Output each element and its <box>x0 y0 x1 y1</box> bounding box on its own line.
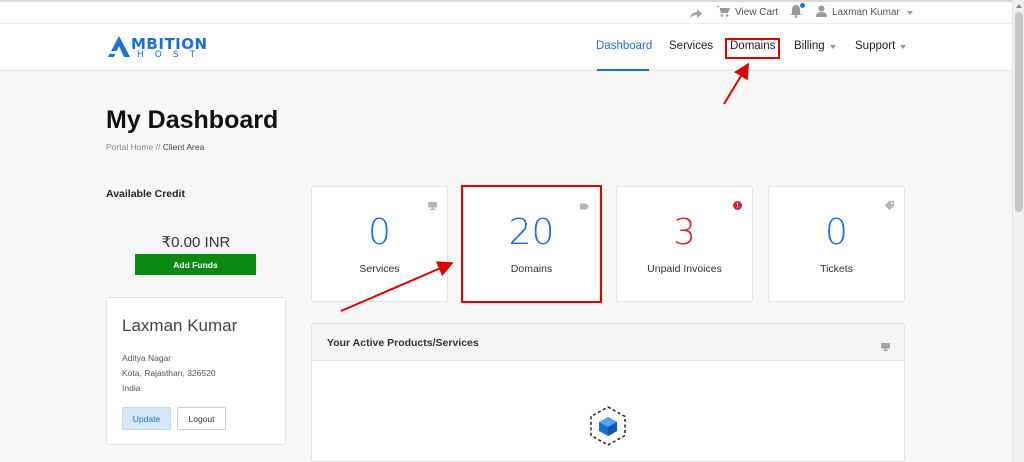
scroll-up-icon[interactable] <box>1016 4 1022 8</box>
arrow-to-domains-nav <box>723 62 750 105</box>
breadcrumb-current: Client Area <box>162 142 205 152</box>
profile-card: Laxman Kumar Aditya Nagar Kota, Rajastha… <box>106 297 286 445</box>
main-header: MBITION HOST Dashboard Services Domains … <box>0 24 1012 71</box>
breadcrumb-home[interactable]: Portal Home <box>106 142 153 152</box>
page-scrollbar[interactable] <box>1012 0 1024 462</box>
loading-cube-icon <box>588 406 628 451</box>
stat-label: Services <box>359 263 400 275</box>
nav-support[interactable]: Support <box>855 40 907 52</box>
profile-name: Laxman Kumar <box>122 316 238 335</box>
view-cart-label: View Cart <box>735 7 779 18</box>
nav-services[interactable]: Services <box>669 40 713 52</box>
scrollbar-thumb[interactable] <box>1015 12 1023 212</box>
stat-tile-tickets[interactable]: 0 Tickets <box>768 186 905 302</box>
credit-amount: ₹0.00 INR <box>161 234 231 251</box>
user-name: Laxman Kumar <box>832 7 900 18</box>
panel-title: Your Active Products/Services <box>327 337 479 349</box>
nav-dashboard[interactable]: Dashboard <box>596 40 652 52</box>
update-button[interactable]: Update <box>122 407 171 430</box>
logo-mark-icon <box>108 36 130 57</box>
stat-value: 0 <box>368 212 391 253</box>
monitor-icon <box>881 338 890 356</box>
breadcrumb: Portal Home // Client Area <box>106 142 204 152</box>
nav-billing-label: Billing <box>794 40 825 52</box>
notification-dot <box>800 3 805 8</box>
add-funds-button[interactable]: Add Funds <box>135 254 256 275</box>
nav-support-label: Support <box>855 40 896 52</box>
breadcrumb-separator: // <box>155 142 161 152</box>
logo-subtitle: HOST <box>137 50 207 60</box>
logo[interactable]: MBITION HOST <box>107 33 217 61</box>
stat-tile-services[interactable]: 0 Services <box>311 186 448 302</box>
stat-label: Unpaid Invoices <box>647 263 722 275</box>
annotation-box-domains-nav <box>725 38 780 59</box>
active-products-panel: Your Active Products/Services <box>311 323 905 462</box>
stat-value: 0 <box>825 212 848 253</box>
active-nav-indicator <box>597 69 649 71</box>
share-icon[interactable] <box>690 6 702 24</box>
user-menu[interactable]: Laxman Kumar <box>816 5 913 20</box>
stat-tile-unpaid-invoices[interactable]: 3 Unpaid Invoices <box>616 186 753 302</box>
logout-button[interactable]: Logout <box>177 407 226 430</box>
available-credit-heading: Available Credit <box>106 188 185 200</box>
stat-label: Tickets <box>820 263 853 275</box>
panel-header: Your Active Products/Services <box>312 324 904 361</box>
utility-bar: View Cart Laxman Kumar <box>0 2 1012 24</box>
page-title: My Dashboard <box>106 106 279 134</box>
chevron-down-icon <box>906 10 913 15</box>
address-line: Aditya Nagar <box>122 353 172 363</box>
chevron-down-icon <box>829 45 836 49</box>
view-cart-link[interactable]: View Cart <box>716 5 778 20</box>
nav-billing[interactable]: Billing <box>794 40 836 52</box>
stat-value: 3 <box>673 212 696 253</box>
address-line: Kota, Rajasthan, 326520 <box>122 368 216 378</box>
address-line: India <box>122 383 141 393</box>
cart-icon <box>716 5 730 20</box>
chevron-down-icon <box>900 45 907 49</box>
annotation-box-domains-tile <box>461 185 602 303</box>
user-icon <box>816 5 827 20</box>
